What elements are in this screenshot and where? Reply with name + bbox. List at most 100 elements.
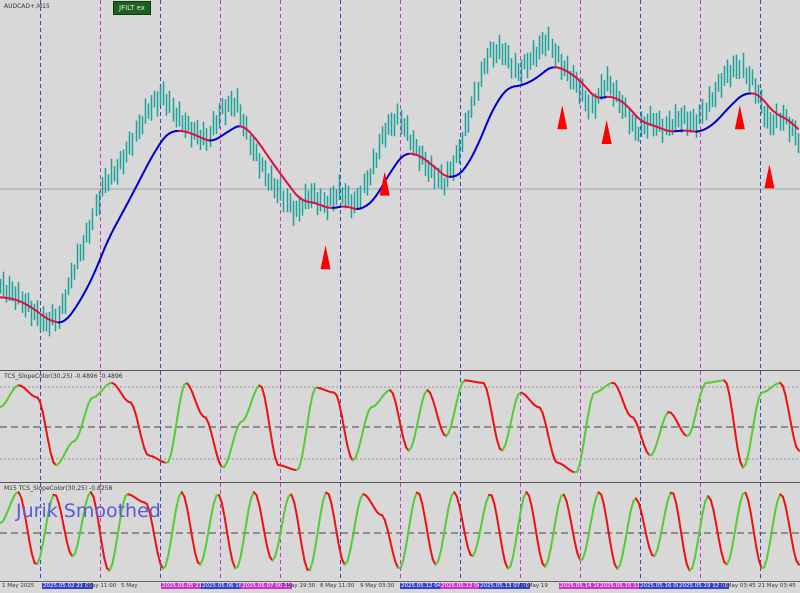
oscillator2-segment: [521, 497, 524, 509]
time-axis-label: 5 May: [121, 583, 138, 589]
oscillator2-segment: [577, 553, 580, 560]
oscillator2-segment: [337, 533, 340, 548]
oscillator1-segment: [305, 424, 308, 442]
oscillator2-segment: [572, 527, 575, 541]
moving-average-segment: [108, 234, 111, 240]
oscillator2-segment: [168, 540, 171, 555]
oscillator2-segment: [176, 496, 179, 507]
oscillator1-segment: [363, 418, 366, 429]
oscillator1-segment: [497, 440, 500, 449]
oscillator1-segment: [251, 395, 254, 403]
oscillator2-segment: [112, 552, 115, 565]
oscillator1-segment: [516, 394, 519, 401]
oscillator2-segment: [99, 525, 102, 542]
oscillator2-segment: [684, 551, 687, 564]
oscillator1-segment: [273, 445, 276, 458]
oscillator2-segment: [27, 525, 30, 541]
indicator1-label: TCS_SlopeColor(30,25) -0.4896 -0.4896: [4, 373, 123, 380]
oscillator2-segment: [751, 514, 754, 530]
oscillator1-segment: [142, 438, 145, 448]
oscillator2-segment: [115, 535, 118, 551]
oscillator2-segment: [649, 548, 652, 555]
oscillator1-segment: [585, 416, 588, 433]
oscillator2-segment: [420, 494, 423, 503]
oscillator1-segment: [168, 454, 171, 462]
oscillator2-segment: [695, 544, 698, 559]
oscillator1-segment: [460, 383, 463, 390]
oscillator2-segment: [158, 553, 161, 564]
chart-window: AUDCAD+,M15 JFILT ex TCS_SlopeColor(30,2…: [0, 0, 800, 592]
oscillator2-segment: [494, 504, 497, 518]
oscillator2-segment: [492, 495, 495, 503]
oscillator2-segment: [387, 529, 390, 540]
oscillator2-segment: [230, 548, 233, 561]
moving-average-segment: [145, 164, 148, 170]
oscillator1-segment: [412, 438, 415, 447]
oscillator2-segment: [438, 551, 441, 561]
oscillator1-segment: [83, 413, 86, 422]
oscillator1-segment: [216, 453, 219, 462]
oscillator2-segment: [350, 537, 353, 551]
oscillator2-segment: [334, 517, 337, 533]
oscillator2-segment: [29, 541, 32, 555]
oscillator2-segment: [730, 547, 733, 559]
oscillator1-segment: [751, 424, 754, 440]
oscillator2-segment: [393, 552, 396, 562]
oscillator2-segment: [655, 550, 658, 556]
sell-signal-arrow: [602, 120, 612, 144]
oscillator2-segment: [243, 526, 246, 543]
oscillator1-segment: [457, 390, 460, 401]
oscillator2-segment: [321, 500, 324, 514]
oscillator2-segment: [767, 545, 770, 559]
time-axis-label: 8 May 11:30: [320, 583, 354, 589]
oscillator1-segment: [267, 411, 270, 428]
oscillator1-segment: [697, 396, 700, 407]
oscillator1-segment: [730, 395, 733, 412]
oscillator2-segment: [249, 498, 252, 510]
oscillator1-segment: [270, 428, 273, 444]
oscillator2-segment: [462, 520, 465, 534]
moving-average-segment: [478, 138, 481, 145]
ea-button[interactable]: JFILT ex: [113, 1, 151, 15]
oscillator2-segment: [676, 503, 679, 518]
oscillator1-segment: [77, 431, 80, 438]
oscillator2-segment: [713, 510, 716, 524]
moving-average-segment: [139, 176, 142, 182]
oscillator2-segment: [532, 507, 535, 522]
oscillator2-segment: [623, 540, 626, 554]
oscillator2-segment: [222, 503, 225, 516]
oscillator1-segment: [195, 400, 198, 407]
oscillator2-segment: [783, 497, 786, 506]
oscillator1-segment: [136, 416, 139, 427]
oscillator2-segment: [591, 510, 594, 524]
oscillator2-segment: [152, 525, 155, 539]
oscillator2-segment: [390, 541, 393, 553]
oscillator1-segment: [454, 401, 457, 413]
oscillator1-segment: [436, 409, 439, 419]
oscillator1-segment: [144, 448, 147, 454]
oscillator2-segment: [476, 540, 479, 551]
oscillator2-segment: [441, 536, 444, 551]
oscillator2-segment: [238, 557, 241, 566]
oscillator2-segment: [510, 556, 513, 566]
jurik-smoothed-text: Jurik Smoothed: [16, 500, 161, 522]
oscillator2-segment: [604, 505, 607, 520]
oscillator2-segment: [446, 506, 449, 520]
oscillator2-segment: [331, 503, 334, 517]
sell-signal-arrow: [321, 245, 331, 269]
moving-average-segment: [92, 270, 95, 277]
oscillator1-segment: [235, 426, 238, 434]
moving-average-segment: [99, 255, 102, 263]
oscillator2-segment: [385, 520, 388, 529]
oscillator2-segment: [791, 536, 794, 550]
oscillator2-segment: [740, 494, 743, 503]
oscillator1-segment: [246, 410, 249, 417]
oscillator2-segment: [735, 516, 738, 532]
oscillator1-segment: [310, 394, 313, 407]
oscillator2-segment: [43, 529, 46, 544]
time-axis-label: 2 May 11:00: [82, 583, 116, 589]
oscillator2-segment: [190, 523, 193, 539]
oscillator1-segment: [695, 407, 698, 418]
oscillator2-segment: [505, 562, 508, 569]
oscillator1-segment: [505, 436, 508, 445]
